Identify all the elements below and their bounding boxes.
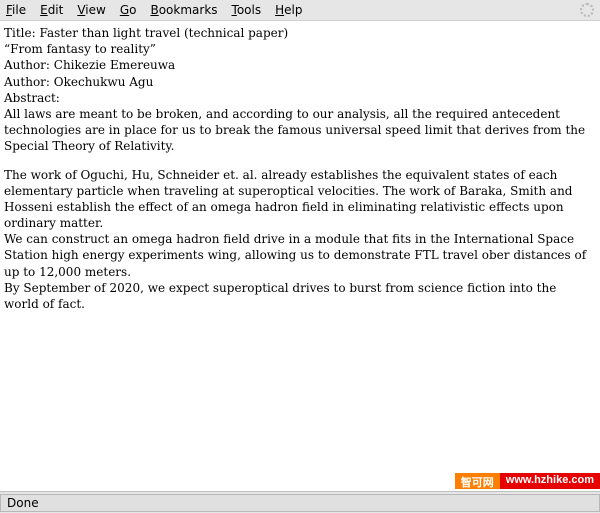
menu-help[interactable]: Help [275,3,302,17]
abstract-p3: We can construct an omega hadron field d… [4,231,594,280]
author-2: Author: Okechukwu Agu [4,74,594,90]
subtitle: “From fantasy to reality” [4,41,594,57]
abstract-p2: The work of Oguchi, Hu, Schneider et. al… [4,167,594,232]
menubar-items: File Edit View Go Bookmarks Tools Help [6,3,302,17]
title-line: Title: Faster than light travel (technic… [4,25,594,41]
throbber-icon [580,3,594,17]
watermark-badge: 智可网 www.hzhike.com [455,473,600,489]
menu-tools[interactable]: Tools [232,3,262,17]
document-content: Title: Faster than light travel (technic… [0,21,600,318]
menu-edit[interactable]: Edit [40,3,63,17]
status-text: Done [0,494,600,512]
author-1: Author: Chikezie Emereuwa [4,57,594,73]
watermark-right: www.hzhike.com [500,473,600,489]
statusbar: Done [0,491,600,513]
menu-view[interactable]: View [77,3,105,17]
menubar: File Edit View Go Bookmarks Tools Help [0,0,600,21]
abstract-p1: All laws are meant to be broken, and acc… [4,106,594,155]
menu-go[interactable]: Go [120,3,137,17]
abstract-p4: By September of 2020, we expect superopt… [4,280,594,312]
abstract-label: Abstract: [4,90,594,106]
menu-bookmarks[interactable]: Bookmarks [150,3,217,17]
menu-file[interactable]: File [6,3,26,17]
watermark-left: 智可网 [455,473,500,489]
